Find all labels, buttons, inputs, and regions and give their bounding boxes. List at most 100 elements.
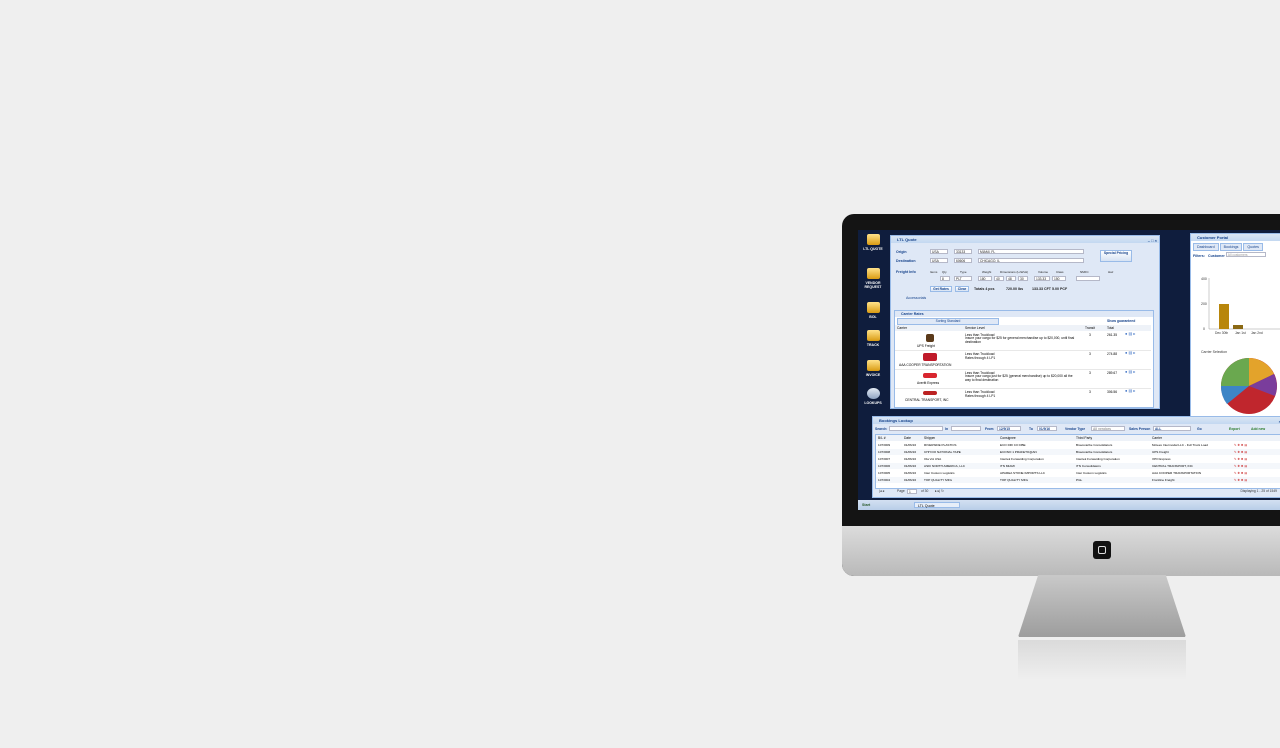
- actions-row: Get Rates Clear Totals 4 pcs 720.00 lbs …: [894, 286, 1154, 292]
- carrier-rates-title: Carrier Rates: [895, 311, 1153, 317]
- pager-next-icon[interactable]: ▸ ▸| ↻: [935, 488, 944, 495]
- origin-zip-input[interactable]: 33133: [954, 249, 972, 254]
- rate-actions-icon[interactable]: ● ▤ ▸: [1125, 332, 1135, 336]
- from-date-input[interactable]: 12/9/15: [997, 426, 1021, 431]
- tab-dashboard[interactable]: Dashboard: [1193, 243, 1219, 251]
- destination-country-select[interactable]: USA: [930, 258, 948, 263]
- to-date-input[interactable]: 01/9/16: [1037, 426, 1057, 431]
- window-controls[interactable]: – □ ×: [1148, 237, 1157, 244]
- rate-row[interactable]: AAA COOPER TRANSPORTATION Less than Truc…: [895, 351, 1151, 370]
- stage: LTL QUOTE VENDOR REQUEST BOL TRACK INVOI…: [0, 0, 1280, 748]
- export-button[interactable]: Export: [1229, 426, 1240, 432]
- x-tick: Dec 30th: [1215, 331, 1228, 335]
- carrier-name: CENTRAL TRANSPORT, INC: [905, 398, 949, 402]
- origin-country-select[interactable]: USA: [930, 249, 948, 254]
- table-row[interactable]: 1073005 01/06/16 Inter Custom Logistics APA…: [876, 470, 1280, 476]
- bookings-chart: 400 200 0 Dec 30th Jan 1st Jan 2nd: [1201, 277, 1280, 335]
- row-actions-icon[interactable]: ✎ ✚ ✖ ▤: [1234, 442, 1247, 448]
- row-actions-icon[interactable]: ✎ ✚ ✖ ▤: [1234, 463, 1247, 469]
- sales-person-select[interactable]: ALL: [1153, 426, 1191, 431]
- aaa-cooper-logo-icon: [923, 353, 937, 361]
- width-input[interactable]: 48: [1006, 276, 1016, 281]
- carrier-name: AAA COOPER TRANSPORTATION: [899, 363, 952, 367]
- transit-column[interactable]: Transit: [1085, 325, 1095, 331]
- nav-track[interactable]: TRACK: [860, 330, 886, 347]
- date-column[interactable]: Date: [904, 435, 911, 441]
- nav-vendor-request[interactable]: VENDOR REQUEST: [860, 268, 886, 289]
- height-input[interactable]: 30: [1018, 276, 1028, 281]
- rate-row[interactable]: UPS Freight Less than Truckload Insure y…: [895, 332, 1151, 351]
- row-actions-icon[interactable]: ✎ ✚ ✖ ▤: [1234, 456, 1247, 462]
- rate-total: 261.35: [1107, 333, 1118, 337]
- x-tick: Jan 1st: [1235, 331, 1246, 335]
- nav-bol[interactable]: BOL: [860, 302, 886, 319]
- get-rates-button[interactable]: Get Rates: [930, 286, 952, 292]
- qty-input[interactable]: 8: [940, 276, 950, 281]
- table-row[interactable]: 1073006 01/06/16 ASKI NORTH AMERICA, LLC IT…: [876, 463, 1280, 469]
- nav-ltl-quote[interactable]: LTL QUOTE: [860, 234, 886, 251]
- freight-info-label: Freight Info: [896, 270, 916, 274]
- filters-label: Filters:: [1193, 254, 1205, 258]
- destination-city-input[interactable]: CHICAGO, IL: [978, 258, 1084, 263]
- volume-input[interactable]: 133.33: [1034, 276, 1050, 281]
- quote-icon: [866, 234, 880, 245]
- nav-lookups[interactable]: LOOKUPS: [860, 388, 886, 405]
- table-row[interactable]: 1073008 01/06/16 CHH DO NATIONAL TAPE ECONO…: [876, 449, 1280, 455]
- origin-city-input[interactable]: MIAMI, FL: [978, 249, 1084, 254]
- special-pricing-button[interactable]: Special Pricing: [1100, 250, 1132, 262]
- destination-zip-input[interactable]: 60606: [954, 258, 972, 263]
- go-button[interactable]: Go: [1197, 426, 1202, 432]
- rate-note: Insure your cargo just for $25 (general …: [965, 374, 1073, 382]
- y-tick: 200: [1201, 302, 1207, 306]
- rate-actions-icon[interactable]: ● ▤ ▸: [1125, 389, 1135, 393]
- pager-prev-icon[interactable]: |◂ ◂: [879, 488, 884, 495]
- rate-actions-icon[interactable]: ● ▤ ▸: [1125, 351, 1135, 355]
- customer-select[interactable]: All customers: [1225, 252, 1266, 257]
- rate-row[interactable]: Averitt Express Less than Truckload Insu…: [895, 370, 1151, 389]
- truck-icon: [866, 268, 880, 279]
- consignee-column[interactable]: Consignee: [1000, 435, 1016, 441]
- nmfc-input[interactable]: [1076, 276, 1100, 281]
- bl-column[interactable]: B/L #: [878, 435, 886, 441]
- rate-row[interactable]: CENTRAL TRANSPORT, INC Less than Trucklo…: [895, 389, 1151, 405]
- nav-invoice[interactable]: INVOICE: [860, 360, 886, 377]
- type-select[interactable]: PLT: [954, 276, 972, 281]
- row-actions-icon[interactable]: ✎ ✚ ✖ ▤: [1234, 449, 1247, 455]
- tab-quotes[interactable]: Quotes: [1243, 243, 1263, 251]
- box-icon: [866, 302, 880, 313]
- row-actions-icon[interactable]: ✎ ✚ ✖ ▤: [1234, 477, 1247, 483]
- rate-actions-icon[interactable]: ● ▤ ▸: [1125, 370, 1135, 374]
- weight-input[interactable]: 180: [978, 276, 992, 281]
- row-actions-icon[interactable]: ✎ ✚ ✖ ▤: [1234, 470, 1247, 476]
- service-column[interactable]: Service Level: [965, 325, 985, 331]
- search-input[interactable]: [889, 426, 943, 431]
- guaranteed-checkbox[interactable]: Show guaranteed: [1107, 319, 1135, 323]
- pagination-bar: |◂ ◂ Page 1 of 30 ▸ ▸| ↻ Displaying 1 - …: [875, 488, 1280, 495]
- carrier-column[interactable]: Carrier: [897, 325, 907, 331]
- freight-info-header: Freight Info Items Qty Type Weight Dimen…: [894, 269, 1154, 275]
- table-row[interactable]: 1073004 01/06/16 TOP QUALITY MFG TOP QUALIT…: [876, 477, 1280, 483]
- sorting-select[interactable]: Sorting Standard: [897, 318, 999, 325]
- pie-slice: [1221, 358, 1249, 386]
- add-new-button[interactable]: Add new: [1251, 426, 1265, 432]
- table-row[interactable]: 1073009 01/06/16 RIVERSIDE PLASTICS ECO DRI…: [876, 442, 1280, 448]
- accessorials-label: Accessorials: [906, 296, 927, 300]
- length-input[interactable]: 40: [994, 276, 1004, 281]
- invoice-icon: [866, 360, 880, 371]
- tab-bookings[interactable]: Bookings: [1219, 243, 1243, 251]
- accessorials-toggle[interactable]: Accessorials: [906, 295, 926, 301]
- vendor-type-select[interactable]: All vendors: [1091, 426, 1125, 431]
- class-select[interactable]: 150: [1052, 276, 1066, 281]
- table-row[interactable]: 1073007 01/06/16 Ola Vol USA Intertek Forwa…: [876, 456, 1280, 462]
- page-label: Page: [897, 489, 905, 493]
- start-button[interactable]: Start: [862, 500, 870, 510]
- carrier-column[interactable]: Carrier: [1152, 435, 1162, 441]
- in-select[interactable]: [951, 426, 981, 431]
- imac-reflection: [1018, 640, 1186, 680]
- third-party-column[interactable]: Third Party: [1076, 435, 1092, 441]
- total-column[interactable]: Total: [1107, 325, 1114, 331]
- clear-button[interactable]: Clear: [955, 286, 969, 292]
- shipper-column[interactable]: Shipper: [924, 435, 935, 441]
- page-input[interactable]: 1: [907, 489, 917, 494]
- taskbar-task-ltl-quote[interactable]: LTL Quote: [914, 502, 960, 508]
